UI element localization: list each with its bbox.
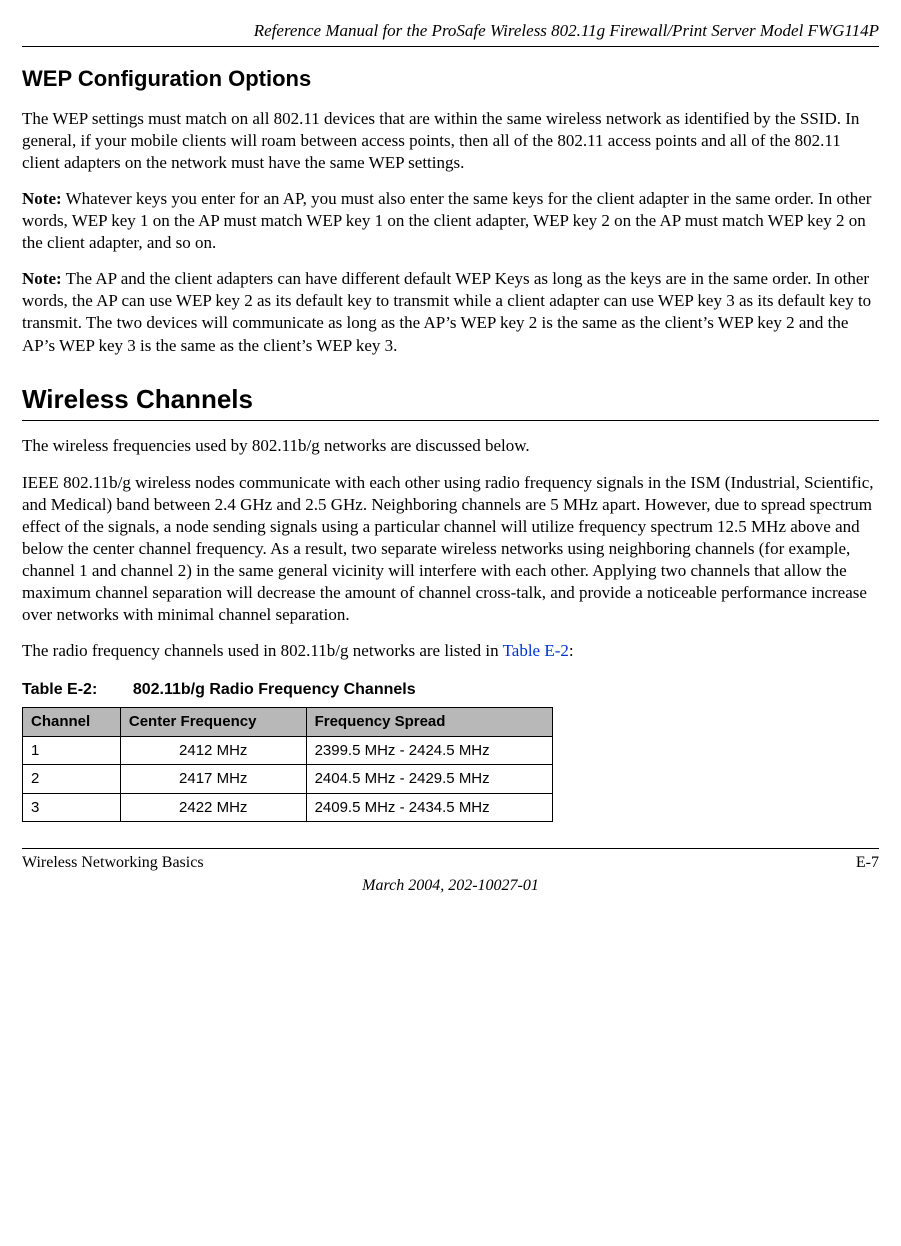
table-cell: 2412 MHz xyxy=(120,736,306,765)
note-paragraph-2: Note: The AP and the client adapters can… xyxy=(22,268,879,356)
note-text: The AP and the client adapters can have … xyxy=(22,269,871,354)
table-header-row: Channel Center Frequency Frequency Sprea… xyxy=(23,708,553,737)
text-run: : xyxy=(569,641,574,660)
footer-right-page-number: E-7 xyxy=(856,853,879,874)
body-paragraph: IEEE 802.11b/g wireless nodes communicat… xyxy=(22,472,879,627)
note-paragraph-1: Note: Whatever keys you enter for an AP,… xyxy=(22,188,879,254)
note-label: Note: xyxy=(22,269,62,288)
table-cell: 2399.5 MHz - 2424.5 MHz xyxy=(306,736,553,765)
cross-reference-link[interactable]: Table E-2 xyxy=(503,641,569,660)
section-heading-wep: WEP Configuration Options xyxy=(22,65,879,94)
page-footer: Wireless Networking Basics E-7 March 200… xyxy=(22,848,879,897)
table-row: 1 2412 MHz 2399.5 MHz - 2424.5 MHz xyxy=(23,736,553,765)
body-paragraph: The WEP settings must match on all 802.1… xyxy=(22,108,879,174)
table-caption-prefix: Table E-2: xyxy=(22,681,97,698)
footer-date: March 2004, 202-10027-01 xyxy=(22,876,879,897)
table-cell: 2404.5 MHz - 2429.5 MHz xyxy=(306,765,553,794)
table-cell: 1 xyxy=(23,736,121,765)
table-row: 2 2417 MHz 2404.5 MHz - 2429.5 MHz xyxy=(23,765,553,794)
footer-left: Wireless Networking Basics xyxy=(22,853,204,874)
table-cell: 3 xyxy=(23,793,121,822)
table-cell: 2 xyxy=(23,765,121,794)
note-label: Note: xyxy=(22,189,62,208)
running-header: Reference Manual for the ProSafe Wireles… xyxy=(22,20,879,47)
frequency-table: Channel Center Frequency Frequency Sprea… xyxy=(22,707,553,822)
table-cell: 2417 MHz xyxy=(120,765,306,794)
table-header-cell: Center Frequency xyxy=(120,708,306,737)
table-header-cell: Frequency Spread xyxy=(306,708,553,737)
table-row: 3 2422 MHz 2409.5 MHz - 2434.5 MHz xyxy=(23,793,553,822)
table-caption: Table E-2: 802.11b/g Radio Frequency Cha… xyxy=(22,680,879,701)
section-heading-channels: Wireless Channels xyxy=(22,383,879,422)
body-paragraph: The wireless frequencies used by 802.11b… xyxy=(22,435,879,457)
table-cell: 2409.5 MHz - 2434.5 MHz xyxy=(306,793,553,822)
table-caption-text: 802.11b/g Radio Frequency Channels xyxy=(133,681,416,698)
text-run: The radio frequency channels used in 802… xyxy=(22,641,503,660)
body-paragraph: The radio frequency channels used in 802… xyxy=(22,640,879,662)
table-header-cell: Channel xyxy=(23,708,121,737)
table-cell: 2422 MHz xyxy=(120,793,306,822)
note-text: Whatever keys you enter for an AP, you m… xyxy=(22,189,871,252)
